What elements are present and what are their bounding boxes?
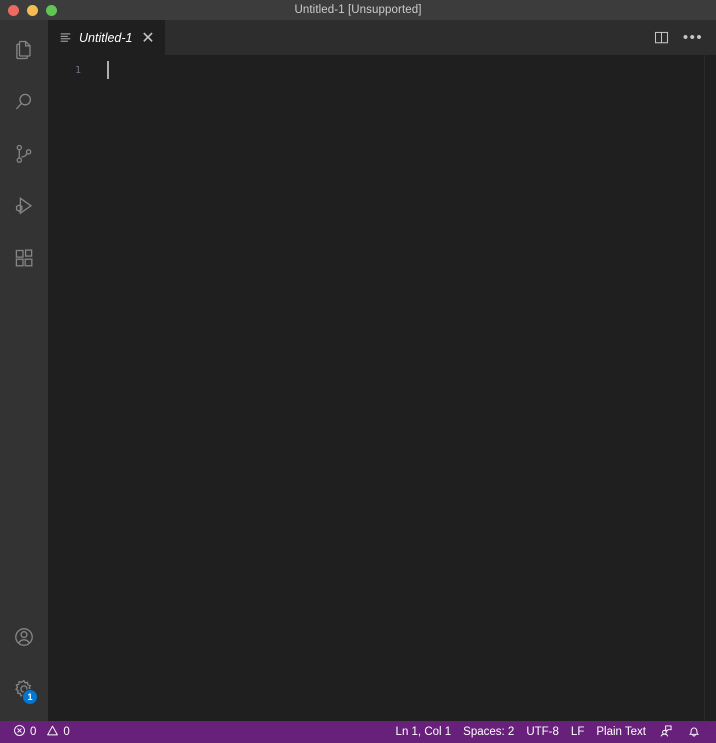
editor-group: Untitled-1 ✕ ••• 1 [48,20,716,721]
activity-bar-item-run-debug[interactable] [0,180,48,232]
tab-list: Untitled-1 ✕ [48,20,165,55]
activity-bar-item-source-control[interactable] [0,128,48,180]
feedback-icon [659,724,673,741]
run-debug-icon [12,194,36,218]
status-feedback[interactable] [652,721,680,743]
account-icon [12,625,36,649]
maximize-window-button[interactable] [46,4,57,16]
status-bar-left: 0 0 [0,721,76,743]
files-icon [12,38,36,62]
editor-tab-bar: Untitled-1 ✕ ••• [48,20,716,55]
window-controls[interactable] [0,4,57,16]
window-title: Untitled-1 [Unsupported] [294,4,422,16]
source-control-icon [12,142,36,166]
line-number-gutter: 1 [48,55,96,721]
status-language-mode[interactable]: Plain Text [590,721,652,743]
status-cursor-position[interactable]: Ln 1, Col 1 [390,721,458,743]
status-encoding[interactable]: UTF-8 [520,721,565,743]
activity-bar-top-group [0,24,48,284]
code-content[interactable] [96,55,716,721]
status-bar-right: Ln 1, Col 1 Spaces: 2 UTF-8 LF Plain Tex… [390,721,716,743]
vscode-window: Untitled-1 [Unsupported] 1 Untitled-1 ✕ … [0,0,716,743]
plain-text-file-icon [58,31,72,45]
status-eol[interactable]: LF [565,721,590,743]
extensions-icon [12,246,36,270]
status-problems[interactable]: 0 0 [7,721,76,743]
activity-bar-bottom-group: 1 [0,611,48,715]
status-indentation[interactable]: Spaces: 2 [457,721,520,743]
status-notifications[interactable] [680,721,708,743]
tab-label: Untitled-1 [79,30,133,45]
activity-bar: 1 [0,20,48,721]
bell-icon [687,724,701,741]
close-icon[interactable]: ✕ [141,30,156,47]
activity-bar-item-search[interactable] [0,76,48,128]
title-bar: Untitled-1 [Unsupported] [0,0,716,20]
error-count: 0 [30,726,37,738]
tab-untitled-1[interactable]: Untitled-1 ✕ [48,20,165,55]
workbench-body: 1 Untitled-1 ✕ ••• 1 [0,20,716,721]
close-window-button[interactable] [8,4,19,16]
search-icon [12,90,36,114]
editor-actions: ••• [648,20,716,55]
split-editor-icon[interactable] [648,25,674,51]
activity-bar-item-extensions[interactable] [0,232,48,284]
text-cursor [107,61,109,79]
error-icon [13,724,26,740]
minimize-window-button[interactable] [27,4,38,16]
warning-count: 0 [63,726,70,738]
activity-bar-item-manage[interactable]: 1 [0,663,48,715]
status-bar: 0 0 Ln 1, Col 1 Spaces: 2 UTF-8 LF Plain… [0,721,716,743]
text-editor[interactable]: 1 [48,55,716,721]
activity-bar-item-explorer[interactable] [0,24,48,76]
minimap-divider [704,55,705,721]
line-number: 1 [74,65,81,76]
manage-badge: 1 [22,689,38,705]
activity-bar-item-accounts[interactable] [0,611,48,663]
ellipsis-icon[interactable]: ••• [680,25,706,51]
warning-icon [46,724,59,740]
